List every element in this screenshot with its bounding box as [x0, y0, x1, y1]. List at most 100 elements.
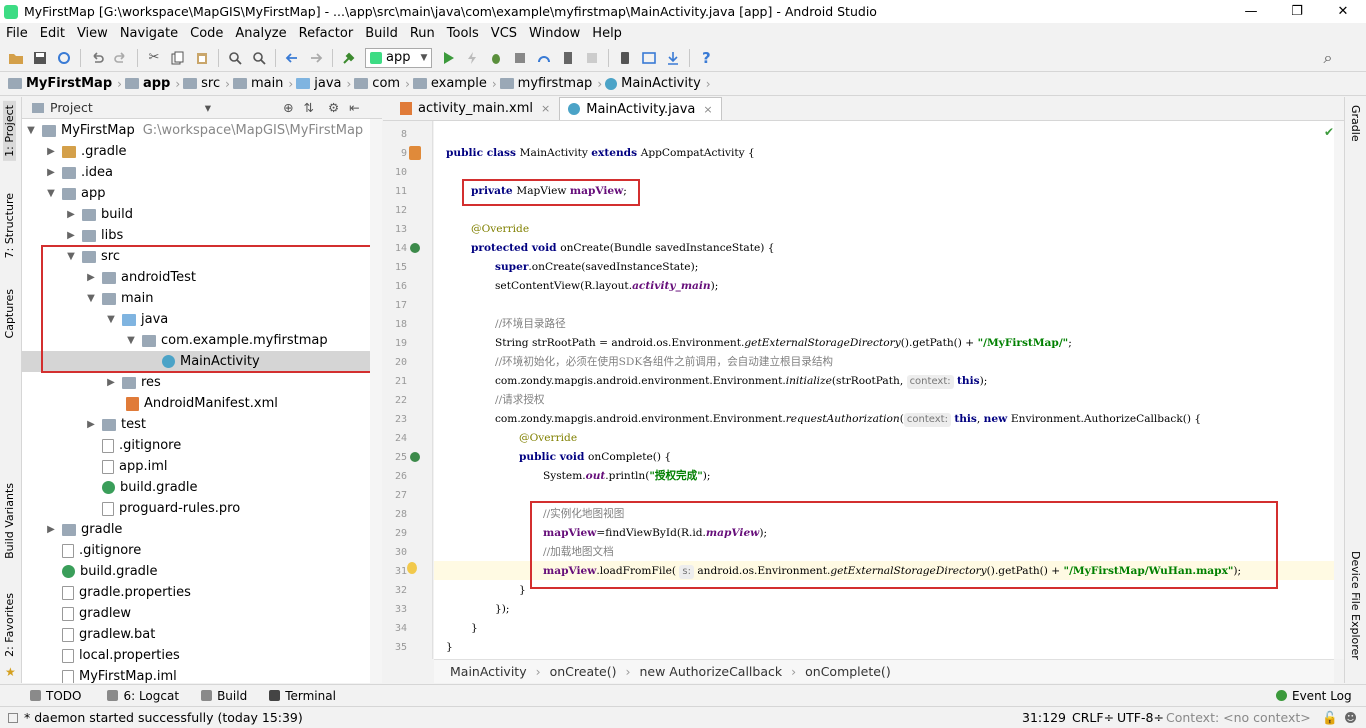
menu-edit[interactable]: Edit: [34, 26, 71, 41]
hide-panel-icon[interactable]: ⇤: [349, 100, 359, 115]
menu-code[interactable]: Code: [184, 26, 229, 41]
toggle-tool-windows-icon[interactable]: [8, 712, 18, 723]
tab-favorites[interactable]: 2: Favorites: [3, 593, 16, 657]
close-icon[interactable]: ×: [541, 102, 550, 115]
apply-changes-icon[interactable]: [461, 47, 483, 69]
nav-crumb-myfirstmap[interactable]: myfirstmap ›: [499, 76, 602, 91]
tree-node[interactable]: ▶ .gradle: [46, 141, 126, 162]
make-project-icon[interactable]: [338, 47, 360, 69]
menu-run[interactable]: Run: [404, 26, 441, 41]
tree-node[interactable]: ▼ main: [86, 288, 153, 309]
tab-project[interactable]: 1: Project: [3, 101, 16, 161]
sdk-manager-icon[interactable]: [662, 47, 684, 69]
tree-node[interactable]: ▼ MyFirstMap G:\workspace\MapGIS\MyFirstMa…: [26, 120, 363, 141]
tab-gradle[interactable]: Gradle: [1349, 105, 1362, 142]
menu-navigate[interactable]: Navigate: [114, 26, 184, 41]
tree-node[interactable]: build.gradle: [86, 477, 198, 498]
file-encoding[interactable]: UTF-8÷: [1117, 710, 1164, 725]
nav-crumb-example[interactable]: example ›: [412, 76, 497, 91]
nav-crumb-src[interactable]: src ›: [183, 76, 230, 91]
copy-icon[interactable]: [167, 47, 189, 69]
tree-node[interactable]: proguard-rules.pro: [86, 498, 240, 519]
tree-node[interactable]: ▼ java: [106, 309, 168, 330]
menu-help[interactable]: Help: [586, 26, 628, 41]
tree-node[interactable]: AndroidManifest.xml: [122, 393, 278, 414]
close-icon[interactable]: ×: [703, 103, 712, 116]
profile-icon[interactable]: [533, 47, 555, 69]
tab-mainactivity-java[interactable]: MainActivity.java ×: [559, 97, 722, 120]
tree-node[interactable]: gradle.properties: [46, 582, 191, 603]
collapse-all-icon[interactable]: ⇅: [304, 100, 314, 115]
bulb-icon[interactable]: [407, 562, 417, 574]
menu-vcs[interactable]: VCS: [485, 26, 523, 41]
chevron-down-icon[interactable]: ▾: [205, 100, 211, 115]
minimize-button[interactable]: —: [1228, 0, 1274, 23]
code-editor[interactable]: public class MainActivity extends AppCom…: [434, 121, 1334, 659]
tree-node[interactable]: .gitignore: [86, 435, 181, 456]
menu-refactor[interactable]: Refactor: [293, 26, 360, 41]
project-scrollbar[interactable]: [370, 119, 382, 683]
run-icon[interactable]: [437, 47, 459, 69]
find-icon[interactable]: [224, 47, 246, 69]
undo-icon[interactable]: [86, 47, 108, 69]
tab-build-variants[interactable]: Build Variants: [3, 483, 16, 559]
gear-icon[interactable]: ⚙: [328, 100, 339, 115]
nav-crumb-project[interactable]: MyFirstMap ›: [8, 76, 122, 91]
nav-crumb-mainactivity[interactable]: MainActivity ›: [605, 76, 711, 91]
tree-node-selected[interactable]: MainActivity: [22, 351, 370, 372]
locate-icon[interactable]: ⊕: [283, 100, 293, 115]
tree-node[interactable]: ▶ res: [106, 372, 161, 393]
tab-activity-main-xml[interactable]: activity_main.xml ×: [391, 97, 559, 120]
tree-node[interactable]: ▼ app: [46, 183, 105, 204]
tree-node[interactable]: ▶ androidTest: [86, 267, 196, 288]
project-view-select[interactable]: Project: [50, 100, 93, 115]
tree-node[interactable]: ▶ build: [66, 204, 133, 225]
redo-icon[interactable]: [110, 47, 132, 69]
tab-structure[interactable]: 7: Structure: [3, 193, 16, 258]
debug-icon[interactable]: [485, 47, 507, 69]
tab-build[interactable]: Build: [201, 689, 247, 703]
tree-node[interactable]: build.gradle: [46, 561, 158, 582]
menu-analyze[interactable]: Analyze: [229, 26, 292, 41]
menu-window[interactable]: Window: [523, 26, 586, 41]
nav-crumb-java[interactable]: java ›: [296, 76, 351, 91]
implement-marker-icon[interactable]: [410, 452, 420, 462]
menu-build[interactable]: Build: [359, 26, 404, 41]
breadcrumb-item[interactable]: MainActivity: [450, 664, 527, 679]
maximize-button[interactable]: ❐: [1274, 0, 1320, 23]
tree-node[interactable]: .gitignore: [46, 540, 141, 561]
breadcrumb-item[interactable]: onCreate(): [550, 664, 617, 679]
tab-todo[interactable]: TODO: [30, 689, 81, 703]
lock-icon[interactable]: 🔓: [1322, 710, 1338, 726]
stop-icon[interactable]: [581, 47, 603, 69]
nav-crumb-main[interactable]: main ›: [232, 76, 293, 91]
save-icon[interactable]: [29, 47, 51, 69]
run-config-select[interactable]: app ▼: [365, 47, 433, 68]
project-structure-icon[interactable]: [638, 47, 660, 69]
sync-icon[interactable]: [53, 47, 75, 69]
breadcrumb-item[interactable]: onComplete(): [805, 664, 891, 679]
forward-icon[interactable]: [305, 47, 327, 69]
tree-node[interactable]: ▶ libs: [66, 225, 123, 246]
tree-node[interactable]: app.iml: [86, 456, 168, 477]
tree-node[interactable]: ▶ test: [86, 414, 146, 435]
menu-tools[interactable]: Tools: [441, 26, 485, 41]
inspector-icon[interactable]: ☻: [1344, 710, 1357, 725]
avd-manager-icon[interactable]: [614, 47, 636, 69]
replace-icon[interactable]: [248, 47, 270, 69]
tree-node[interactable]: local.properties: [46, 645, 180, 666]
menu-file[interactable]: File: [0, 26, 34, 41]
tab-terminal[interactable]: Terminal: [269, 689, 336, 703]
caret-position[interactable]: 31:129: [1022, 710, 1066, 725]
tree-node[interactable]: MyFirstMap.iml: [46, 666, 177, 683]
override-marker-icon[interactable]: [410, 243, 420, 253]
line-separator[interactable]: CRLF÷: [1072, 710, 1114, 725]
layout-marker-icon[interactable]: [409, 146, 421, 160]
attach-debugger-icon[interactable]: [509, 47, 531, 69]
menu-view[interactable]: View: [71, 26, 114, 41]
nav-crumb-com[interactable]: com ›: [354, 76, 410, 91]
nav-crumb-app[interactable]: app ›: [124, 76, 180, 91]
editor-scrollbar[interactable]: [1334, 121, 1344, 659]
tab-device-file-explorer[interactable]: Device File Explorer: [1349, 551, 1362, 660]
close-button[interactable]: ✕: [1320, 0, 1366, 23]
